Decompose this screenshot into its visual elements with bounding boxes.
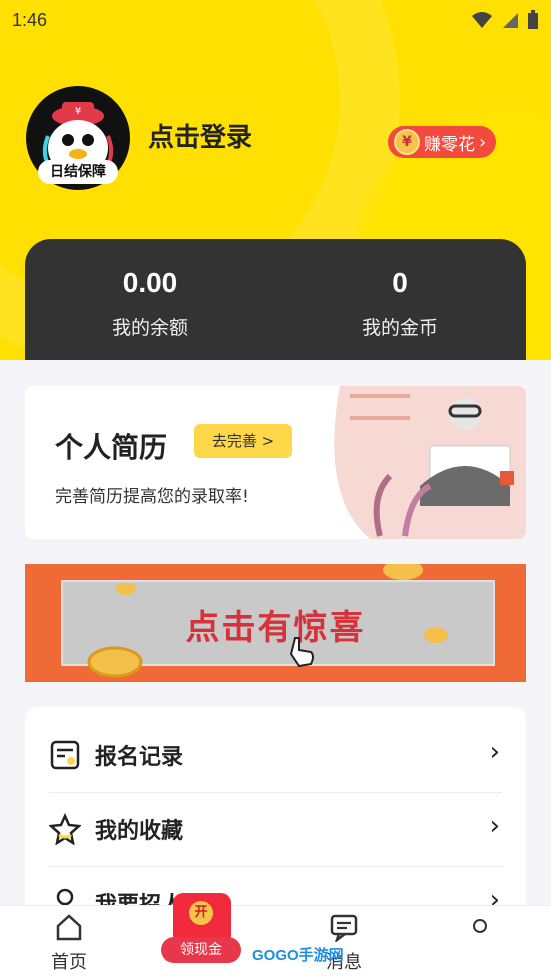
resume-card[interactable]: 个人简历 去完善 > 完善简历提高您的录取率!: [25, 386, 526, 539]
coins-label: 我的金币: [361, 317, 438, 339]
coins-section[interactable]: 0 我的金币: [275, 267, 525, 340]
menu-label: 我的收藏: [95, 819, 184, 844]
chevron-right-icon: ›: [479, 131, 487, 153]
office-illustration-icon: [334, 386, 526, 539]
menu-list: 报名记录 › 我的收藏 › 我要招人 ›: [25, 707, 526, 927]
balance-section[interactable]: 0.00 我的余额: [25, 267, 275, 340]
red-packet-button[interactable]: 开 领现金: [161, 893, 241, 965]
earn-pocket-money-button[interactable]: ¥ 赚零花 ›: [388, 126, 496, 158]
circle-icon: [473, 919, 487, 933]
balance-label: 我的余额: [111, 317, 188, 339]
gold-coin-icon: [87, 646, 143, 678]
wallet-card: 0.00 我的余额 0 我的金币: [25, 239, 526, 360]
red-packet-label: 领现金: [161, 937, 241, 963]
wifi-icon: [472, 12, 492, 28]
pointer-hand-icon: [289, 637, 314, 668]
gold-coin-icon: [116, 583, 136, 595]
tab-mine[interactable]: [440, 912, 520, 940]
tab-home[interactable]: 首页: [29, 912, 109, 974]
menu-label: 报名记录: [95, 745, 184, 770]
open-coin-icon: 开: [189, 901, 213, 925]
status-bar: 1:46: [0, 0, 551, 40]
star-icon: [49, 813, 81, 845]
application-record-icon: [50, 740, 80, 770]
svg-text:¥: ¥: [75, 106, 81, 117]
resume-subtitle: 完善简历提高您的录取率!: [55, 487, 249, 507]
battery-icon: [528, 10, 538, 29]
menu-item-favorites[interactable]: 我的收藏 ›: [25, 791, 526, 865]
earn-button-label: 赚零花: [424, 134, 475, 155]
banner-text: 点击有惊喜: [185, 608, 366, 648]
watermark: GOGO手游网: [252, 947, 344, 964]
signal-icon: [503, 13, 518, 28]
balance-value: 0.00: [122, 267, 178, 298]
gold-coin-icon: [383, 564, 423, 580]
bottom-tab-bar: 首页 消息: [0, 905, 551, 980]
surprise-banner[interactable]: 点击有惊喜: [25, 564, 526, 682]
coins-value: 0: [392, 267, 408, 298]
status-icons: [471, 10, 539, 30]
login-link[interactable]: 点击登录: [148, 117, 252, 154]
avatar-badge: 日结保障: [38, 160, 118, 184]
tab-home-label: 首页: [51, 952, 87, 973]
yuan-coin-icon: ¥: [394, 129, 420, 155]
complete-resume-button[interactable]: 去完善 >: [194, 424, 292, 458]
chevron-right-icon: ›: [489, 737, 500, 767]
message-icon: [330, 914, 358, 944]
resume-title: 个人简历: [55, 431, 168, 464]
chevron-right-icon: ›: [489, 811, 500, 841]
home-icon: [56, 914, 82, 941]
menu-item-applications[interactable]: 报名记录 ›: [25, 717, 526, 791]
status-time: 1:46: [12, 9, 48, 30]
